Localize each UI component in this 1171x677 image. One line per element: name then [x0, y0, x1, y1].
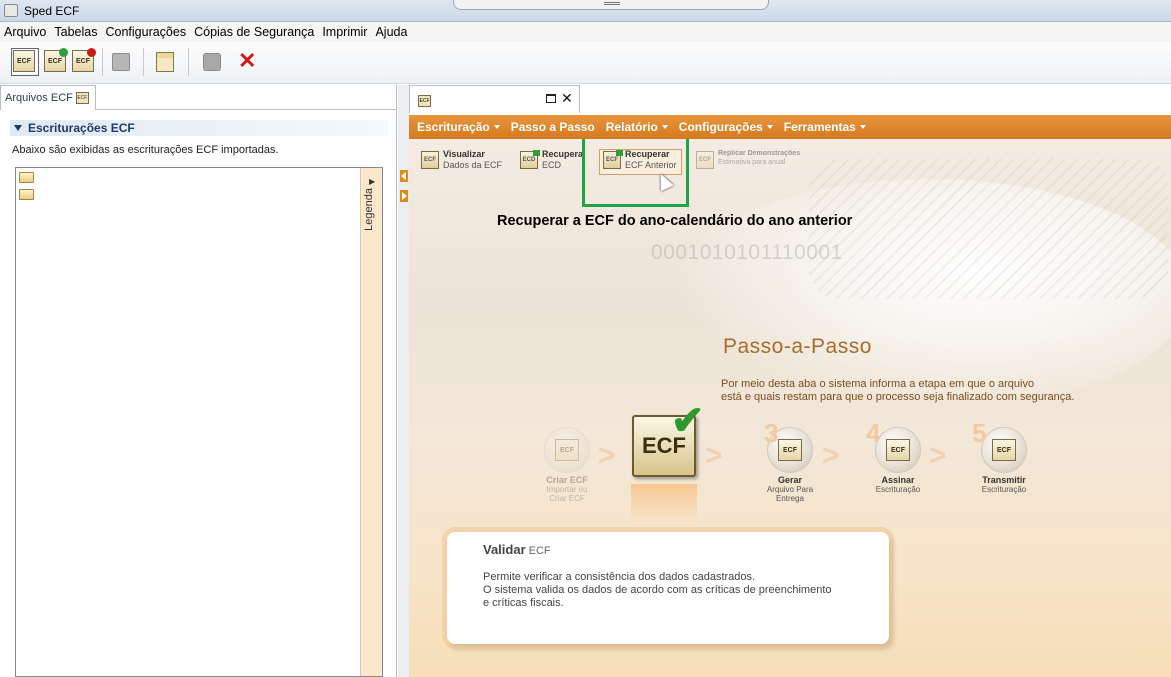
tab-label: Arquivos ECF	[5, 92, 73, 104]
open-ecf-button[interactable]: ECF	[11, 48, 39, 76]
nav-ferramentas[interactable]: Ferramentas	[784, 120, 866, 134]
step-info-card: Validar ECF Permite verificar a consistên…	[447, 532, 889, 644]
action-recupera-ecd[interactable]: ECD Recupera ECD	[520, 149, 583, 171]
import-ecf-button[interactable]: ECF	[44, 48, 68, 74]
window-title: Sped ECF	[24, 4, 80, 18]
legend-panel[interactable]: ▶ Legenda	[360, 168, 382, 676]
ecf-tab-icon: ECF	[418, 95, 431, 107]
folder-icon[interactable]	[19, 172, 34, 183]
expand-arrow-icon[interactable]: ▶	[369, 177, 375, 186]
nav-relatorio[interactable]: Relatório	[606, 120, 668, 134]
sign-pen-icon: ECF	[886, 439, 910, 461]
checkmark-icon: ✔	[671, 399, 705, 443]
nav-passo-a-passo[interactable]: Passo a Passo	[511, 120, 595, 134]
search-tool-icon	[203, 53, 221, 71]
ecf-step-icon: ECF	[555, 439, 579, 461]
chevron-right-icon: >	[705, 439, 723, 472]
main-toolbar: ECF ECF ECF ✕	[0, 42, 1171, 84]
menubar: Arquivo Tabelas Configurações Cópias de …	[0, 22, 1171, 42]
section-title: Escriturações ECF	[28, 121, 135, 135]
chevron-right-icon: >	[929, 439, 947, 472]
escrituracoes-tree[interactable]: ▶ Legenda	[15, 167, 383, 677]
replicate-icon: ECF	[696, 151, 714, 169]
menu-ajuda[interactable]: Ajuda	[375, 25, 407, 39]
nav-configuracoes[interactable]: Configurações	[679, 120, 773, 134]
legend-label: Legenda	[363, 188, 375, 231]
ecf-delete-icon: ECF	[72, 48, 96, 72]
expand-right-icon[interactable]	[400, 190, 408, 202]
view-data-icon: ECF	[421, 151, 439, 169]
step-gerar: 3 ECF Gerar Arquivo Para Entrega	[764, 418, 814, 503]
section-description: Abaixo são exibidas as escriturações ECF…	[12, 144, 279, 156]
search-tool-button[interactable]	[200, 50, 224, 74]
nav-escrituracao[interactable]: Escrituração	[417, 120, 500, 134]
collapse-left-icon[interactable]	[400, 170, 408, 182]
binary-watermark: 0001010101110001	[651, 241, 843, 264]
backup-icon	[112, 53, 130, 71]
toolbar-separator	[188, 48, 189, 76]
window-titlebar: Sped ECF	[0, 0, 1171, 22]
chevron-right-icon: >	[822, 439, 840, 472]
close-icon[interactable]: ✕	[561, 91, 573, 105]
menu-tabelas[interactable]: Tabelas	[54, 25, 97, 39]
menu-imprimir[interactable]: Imprimir	[322, 25, 367, 39]
toolbar-separator	[143, 48, 144, 76]
chevron-right-icon: >	[598, 439, 616, 472]
ecf-tab-icon: ECF	[75, 92, 89, 104]
menu-copias-seguranca[interactable]: Cópias de Segurança	[194, 25, 314, 39]
chevron-down-icon	[661, 125, 668, 129]
chevron-down-icon	[859, 125, 866, 129]
chevron-down-icon	[766, 125, 773, 129]
edit-form-icon	[156, 52, 174, 72]
toolbar-separator	[102, 48, 103, 76]
action-visualizar-dados[interactable]: ECF Visualizar Dados da ECF	[421, 149, 502, 171]
exit-x-icon: ✕	[238, 48, 257, 73]
edit-form-button[interactable]	[154, 50, 178, 74]
info-card-title: Validar ECF	[483, 542, 551, 557]
recover-ecd-icon: ECD	[520, 150, 540, 169]
maximize-icon[interactable]	[546, 94, 556, 103]
generate-file-icon: ECF	[778, 439, 802, 461]
passo-a-passo-description: Por meio desta aba o sistema informa a e…	[721, 378, 1075, 403]
passo-a-passo-content: 0001010101110001 ECF Visualizar Dados da …	[409, 139, 1171, 677]
collapse-triangle-icon[interactable]	[14, 125, 22, 131]
tab-arquivos-ecf[interactable]: Arquivos ECF ECF	[0, 85, 96, 110]
panel-splitter[interactable]	[398, 85, 409, 677]
chevron-down-icon	[493, 125, 500, 129]
ecf-open-icon: ECF	[13, 50, 35, 72]
left-panel: Arquivos ECF ECF Escriturações ECF Abaix…	[0, 85, 397, 677]
transmit-icon: ECF	[992, 439, 1016, 461]
background-decoration	[809, 159, 1169, 299]
exit-button[interactable]: ✕	[238, 50, 262, 74]
backup-button[interactable]	[109, 50, 133, 74]
menu-configuracoes[interactable]: Configurações	[105, 25, 186, 39]
right-panel: ECF ✕ Escrituração Passo a Passo Relatór…	[409, 85, 1171, 677]
step-criar-ecf: ECF Criar ECF Importar ou Criar ECF	[527, 427, 607, 503]
passo-a-passo-title: Passo-a-Passo	[723, 335, 872, 358]
step-assinar: 4 ECF Assinar Escrituração	[866, 418, 921, 494]
function-nav-bar: Escrituração Passo a Passo Relatório Con…	[409, 115, 1171, 139]
window-grip-handle[interactable]	[453, 0, 769, 10]
section-header-escrituracoes[interactable]: Escriturações ECF	[10, 120, 388, 136]
document-tab[interactable]: ECF ✕	[409, 85, 580, 113]
app-icon	[4, 4, 18, 17]
delete-ecf-button[interactable]: ECF	[72, 48, 96, 74]
folder-icon[interactable]	[19, 189, 34, 200]
info-card-body: Permite verificar a consistência dos dad…	[483, 571, 832, 609]
ecf-import-icon: ECF	[44, 48, 68, 72]
current-step-glow	[631, 484, 697, 524]
step-transmitir: 5 ECF Transmitir Escrituração	[972, 418, 1027, 494]
action-replicar-demonstracoes[interactable]: ECF Replicar Demonstrações Estimativa par…	[696, 149, 800, 169]
menu-arquivo[interactable]: Arquivo	[4, 25, 46, 39]
green-highlight-frame	[582, 139, 689, 207]
tab-divider	[96, 109, 397, 110]
annotation-text: Recuperar a ECF do ano-calendário do ano…	[497, 213, 853, 229]
